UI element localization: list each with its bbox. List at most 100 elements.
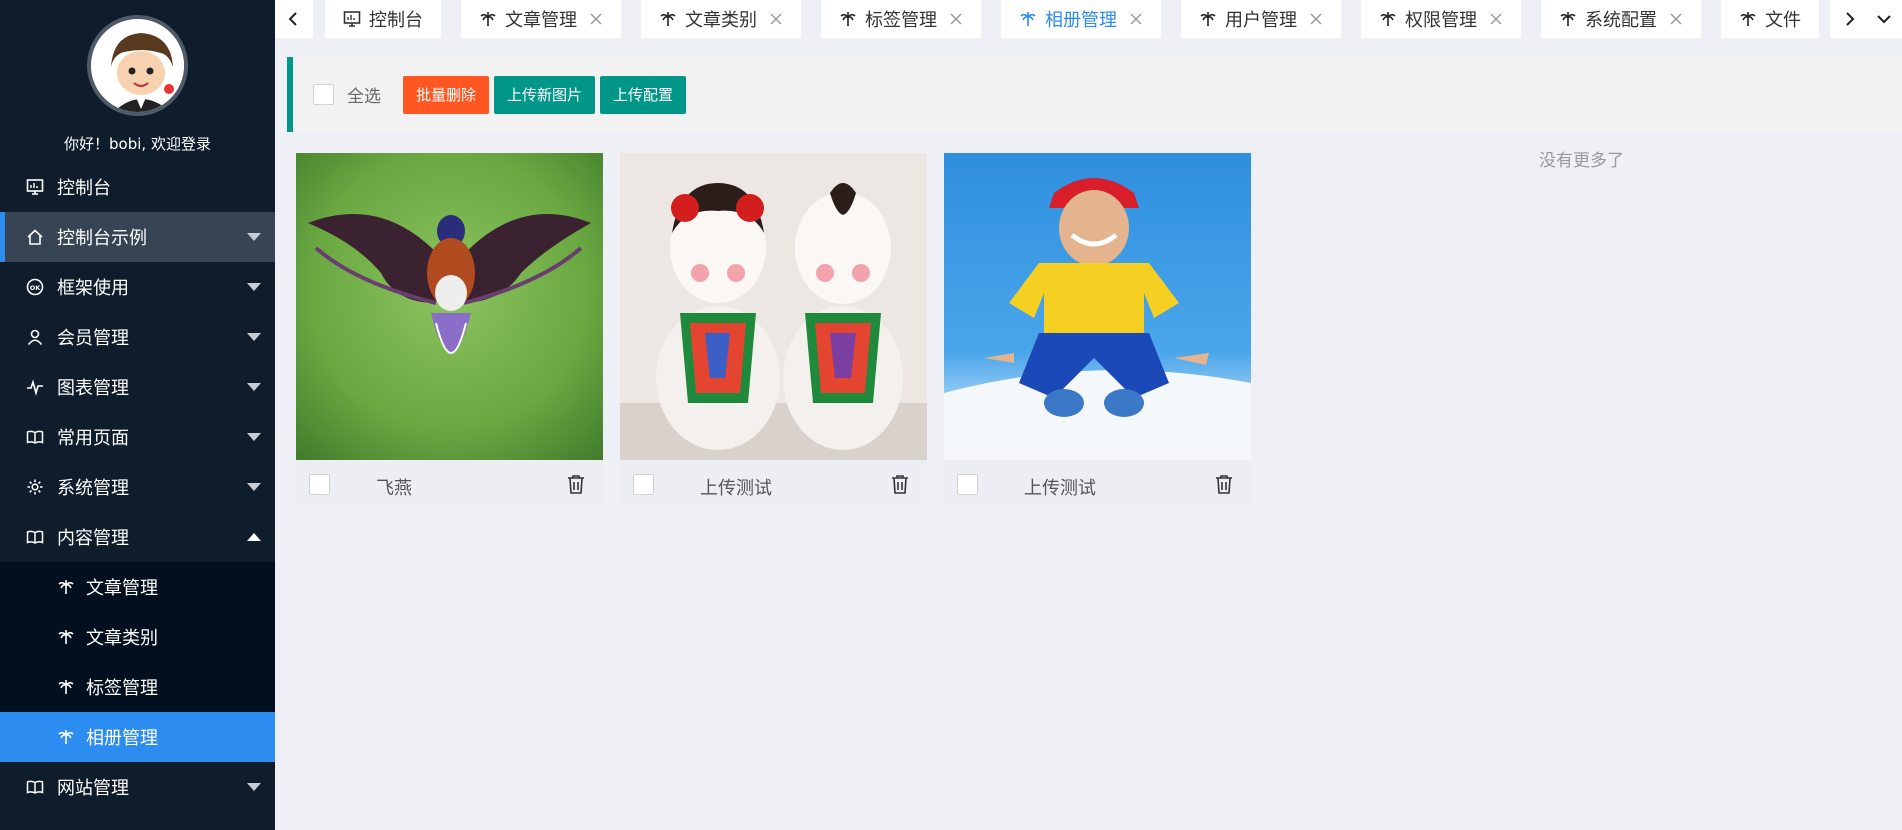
palm-icon — [1559, 10, 1577, 28]
monitor-icon — [343, 10, 361, 28]
tab-scroll-left-button[interactable] — [275, 0, 313, 38]
tab-albums[interactable]: 相册管理 — [1001, 0, 1161, 38]
tab-scroll-right-button[interactable] — [1830, 0, 1868, 38]
welcome-text: 你好！bobi, 欢迎登录 — [64, 135, 211, 153]
photo-figurines[interactable] — [620, 153, 927, 460]
trash-icon[interactable] — [1213, 473, 1237, 497]
menu-label: 内容管理 — [57, 528, 129, 549]
batch-delete-button[interactable]: 批量删除 — [403, 75, 490, 114]
no-more-text: 没有更多了 — [1539, 151, 1624, 171]
close-icon[interactable] — [949, 12, 963, 26]
sidebar-item-tags[interactable]: 标签管理 — [0, 662, 275, 712]
trash-icon[interactable] — [889, 473, 913, 497]
submenu-content: 文章管理 文章类别 标签管理 相册管理 — [0, 562, 275, 762]
photo-card: 上传测试 — [944, 153, 1251, 510]
sidebar: 你好！bobi, 欢迎登录 控制台 控制台示例 OK 框架使用 会员管理 图表管… — [0, 0, 275, 830]
photo-caption: 上传测试 — [1024, 478, 1096, 499]
tab-bar: 控制台 文章管理 文章类别 标签管理 相册管理 用户管理 权限管理 系统配置 文… — [275, 0, 1902, 43]
album-toolbar: 全选 批量删除 上传新图片 上传配置 — [287, 57, 1902, 132]
profile: 你好！bobi, 欢迎登录 — [0, 0, 275, 162]
palm-icon — [839, 10, 857, 28]
menu-label: 图表管理 — [57, 378, 129, 399]
ok-icon: OK — [25, 277, 45, 297]
tab-label: 系统配置 — [1585, 10, 1657, 31]
photo-select-checkbox[interactable] — [957, 474, 978, 495]
tab-system-config[interactable]: 系统配置 — [1541, 0, 1701, 38]
sidebar-item-albums[interactable]: 相册管理 — [0, 712, 275, 762]
palm-icon — [1019, 10, 1037, 28]
menu-item-system[interactable]: 系统管理 — [0, 462, 275, 512]
caret-down-icon — [247, 283, 261, 291]
svg-text:OK: OK — [30, 284, 42, 292]
photo-gallery: 飞燕 上传测试 上传测试 — [296, 153, 1251, 510]
caret-down-icon — [247, 483, 261, 491]
chevron-left-icon — [288, 12, 297, 26]
tab-permissions[interactable]: 权限管理 — [1361, 0, 1521, 38]
tab-tags[interactable]: 标签管理 — [821, 0, 981, 38]
tab-label: 权限管理 — [1405, 10, 1477, 31]
photo-bird[interactable] — [296, 153, 603, 460]
close-icon[interactable] — [1129, 12, 1143, 26]
photo-boy[interactable] — [944, 153, 1251, 460]
upload-image-button[interactable]: 上传新图片 — [494, 75, 596, 114]
tab-users[interactable]: 用户管理 — [1181, 0, 1341, 38]
photo-select-checkbox[interactable] — [309, 474, 330, 495]
menu-item-website[interactable]: 网站管理 — [0, 762, 275, 812]
close-icon[interactable] — [769, 12, 783, 26]
palm-icon — [1739, 10, 1757, 28]
sub-item-label: 标签管理 — [86, 678, 158, 699]
book-icon — [25, 427, 45, 447]
tab-menu-dropdown-button[interactable] — [1865, 0, 1902, 38]
menu-item-dashboard-examples[interactable]: 控制台示例 — [0, 212, 275, 262]
sidebar-item-articles[interactable]: 文章管理 — [0, 562, 275, 612]
photo-select-checkbox[interactable] — [633, 474, 654, 495]
palm-icon — [659, 10, 677, 28]
menu-label: 控制台 — [57, 178, 111, 199]
palm-icon — [58, 679, 74, 695]
tab-article-categories[interactable]: 文章类别 — [641, 0, 801, 38]
tab-dashboard[interactable]: 控制台 — [325, 0, 441, 38]
menu-item-common-pages[interactable]: 常用页面 — [0, 412, 275, 462]
close-icon[interactable] — [589, 12, 603, 26]
menu-item-members[interactable]: 会员管理 — [0, 312, 275, 362]
sub-item-label: 文章管理 — [86, 578, 158, 599]
chevron-down-icon — [1877, 15, 1891, 24]
tab-label: 文件 — [1765, 10, 1801, 31]
menu-item-charts[interactable]: 图表管理 — [0, 362, 275, 412]
chevron-right-icon — [1846, 12, 1855, 26]
sub-item-label: 相册管理 — [86, 728, 158, 749]
monitor-icon — [25, 177, 45, 197]
caret-down-icon — [247, 233, 261, 241]
close-icon[interactable] — [1669, 12, 1683, 26]
gear-icon — [25, 477, 45, 497]
menu-item-content[interactable]: 内容管理 — [0, 512, 275, 562]
menu-item-dashboard[interactable]: 控制台 — [0, 162, 275, 212]
palm-icon — [58, 629, 74, 645]
menu-item-framework[interactable]: OK 框架使用 — [0, 262, 275, 312]
tab-files[interactable]: 文件 — [1721, 0, 1819, 38]
caret-down-icon — [247, 783, 261, 791]
tab-label: 文章管理 — [505, 10, 577, 31]
close-icon[interactable] — [1489, 12, 1503, 26]
trash-icon[interactable] — [565, 473, 589, 497]
menu-label: 网站管理 — [57, 778, 129, 799]
caret-down-icon — [247, 333, 261, 341]
palm-icon — [1379, 10, 1397, 28]
sidebar-item-article-categories[interactable]: 文章类别 — [0, 612, 275, 662]
photo-card-footer: 飞燕 — [296, 460, 603, 510]
caret-down-icon — [247, 433, 261, 441]
tab-label: 控制台 — [369, 10, 423, 31]
tab-articles[interactable]: 文章管理 — [461, 0, 621, 38]
menu-label: 系统管理 — [57, 478, 129, 499]
menu-label: 常用页面 — [57, 428, 129, 449]
menu-label: 控制台示例 — [57, 228, 147, 249]
avatar[interactable] — [87, 15, 188, 116]
close-icon[interactable] — [1309, 12, 1323, 26]
photo-caption: 上传测试 — [700, 478, 772, 499]
select-all-label: 全选 — [347, 87, 381, 107]
photo-card-footer: 上传测试 — [944, 460, 1251, 510]
select-all-checkbox[interactable] — [313, 84, 334, 105]
menu-label: 框架使用 — [57, 278, 129, 299]
tab-label: 用户管理 — [1225, 10, 1297, 31]
upload-config-button[interactable]: 上传配置 — [600, 75, 687, 114]
